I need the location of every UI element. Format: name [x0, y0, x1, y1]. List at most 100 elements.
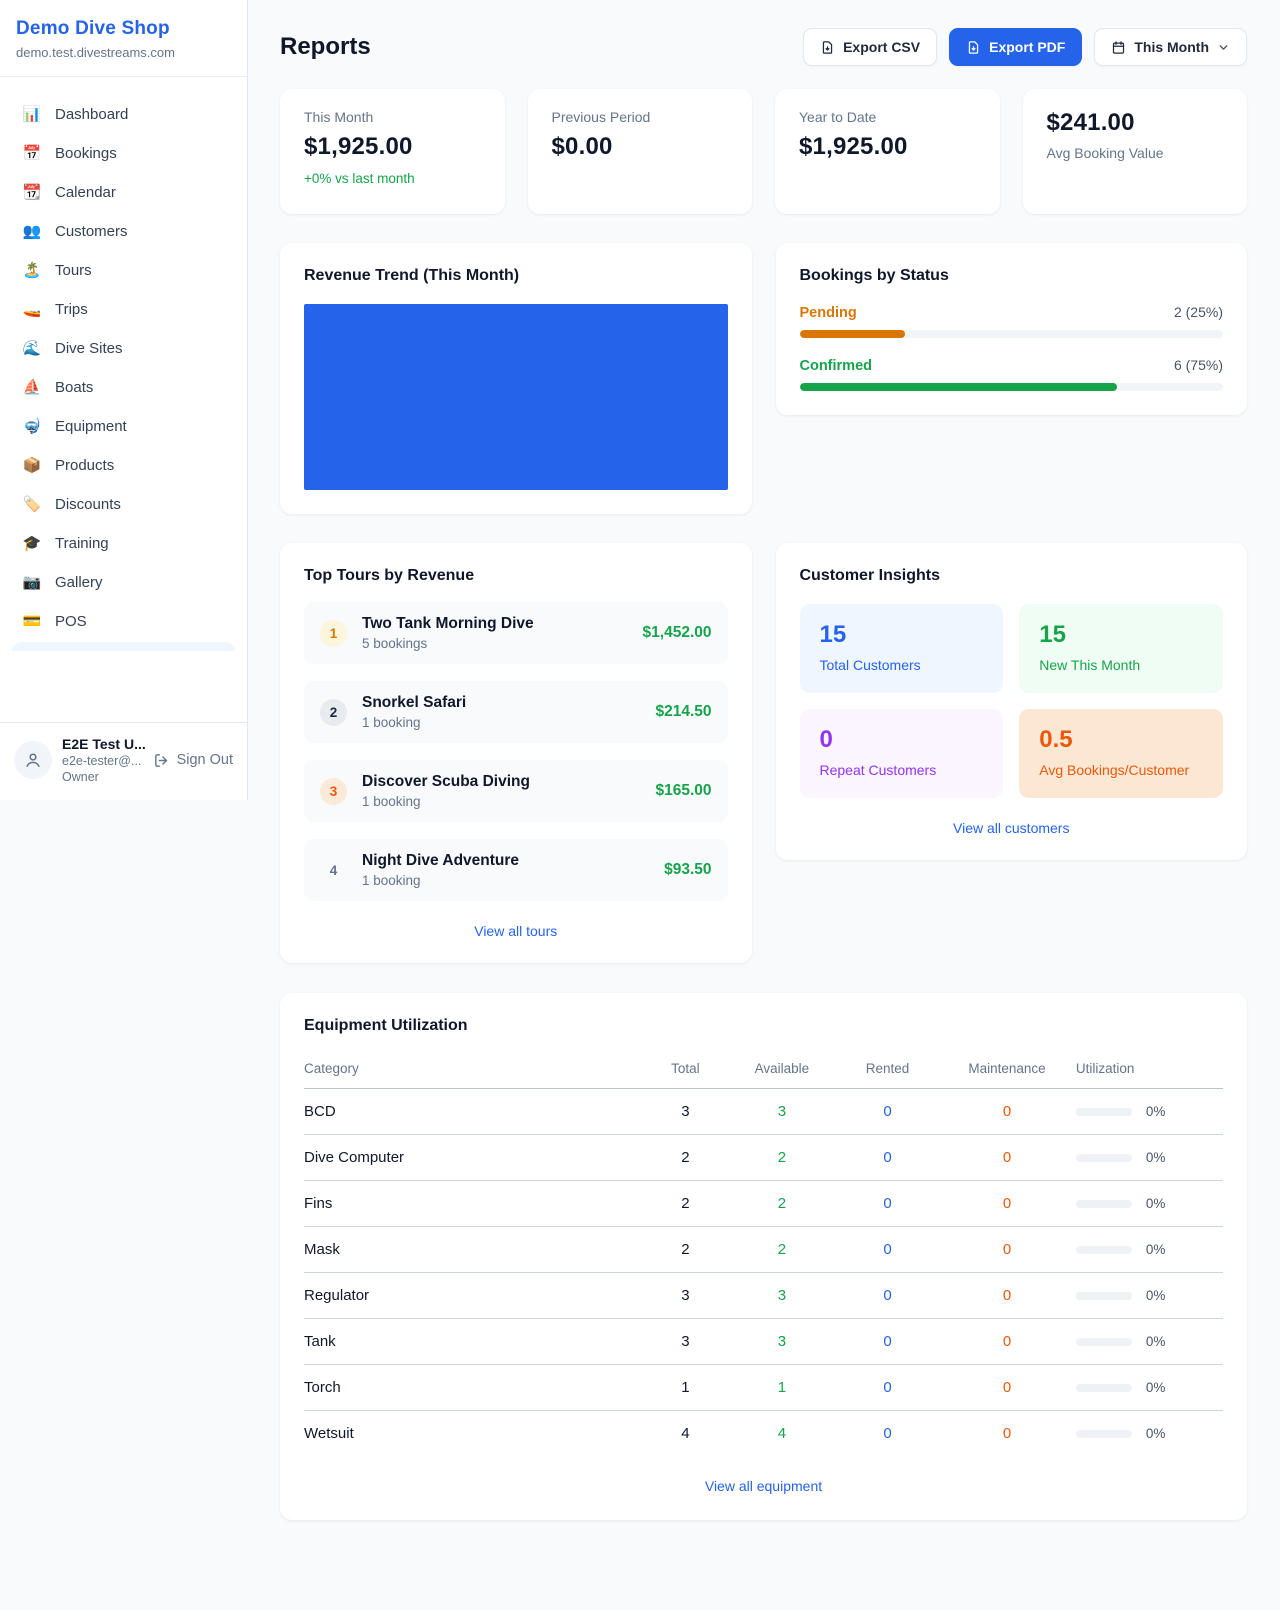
stat-card-avg-booking-value: $241.00 Avg Booking Value [1023, 89, 1248, 214]
sidebar-item-customers[interactable]: 👥Customers [12, 212, 235, 250]
cell-total: 3 [644, 1273, 727, 1319]
tile-label: Repeat Customers [820, 762, 984, 778]
utilization-percent: 0% [1146, 1380, 1166, 1395]
sidebar-item-label: Tours [55, 262, 92, 279]
insight-tiles: 15 Total Customers 15 New This Month 0 R… [800, 604, 1224, 798]
cell-category: Mask [304, 1227, 644, 1273]
cell-total: 1 [644, 1365, 727, 1411]
sidebar-item-dashboard[interactable]: 📊 Dashboard [12, 95, 235, 133]
column-header: Total [644, 1051, 727, 1089]
utilization-bar [1076, 1430, 1132, 1438]
cell-rented: 0 [837, 1089, 938, 1135]
sidebar-item-equipment[interactable]: 🤿Equipment [12, 407, 235, 445]
wave-icon: 🌊 [22, 339, 42, 357]
cell-category: BCD [304, 1089, 644, 1135]
sidebar-item-label: Calendar [55, 184, 116, 201]
utilization-bar [1076, 1108, 1132, 1116]
tour-bookings: 1 booking [362, 715, 640, 730]
table-row: Mask22000% [304, 1227, 1223, 1273]
sidebar-item-label: Bookings [55, 145, 117, 162]
stat-label: Previous Period [552, 109, 729, 125]
table-row: Wetsuit44000% [304, 1411, 1223, 1457]
progress-track [800, 383, 1224, 391]
cell-rented: 0 [837, 1411, 938, 1457]
sidebar-item-reports-partial[interactable] [12, 642, 235, 651]
stat-label: This Month [304, 109, 481, 125]
equipment-table: Category Total Available Rented Maintena… [304, 1051, 1223, 1456]
view-all-tours-link[interactable]: View all tours [304, 923, 728, 939]
cell-maintenance: 0 [938, 1273, 1076, 1319]
export-csv-label: Export CSV [843, 39, 920, 55]
progress-fill [800, 330, 906, 338]
tour-bookings: 5 bookings [362, 636, 628, 651]
sidebar-item-dive-sites[interactable]: 🌊Dive Sites [12, 329, 235, 367]
shop-name: Demo Dive Shop [16, 18, 231, 40]
utilization-percent: 0% [1146, 1150, 1166, 1165]
sidebar-item-gallery[interactable]: 📷Gallery [12, 563, 235, 601]
tile-value: 15 [820, 621, 984, 649]
tile-new-this-month: 15 New This Month [1019, 604, 1223, 693]
sidebar-item-bookings[interactable]: 📅Bookings [12, 134, 235, 172]
sidebar-item-discounts[interactable]: 🏷️Discounts [12, 485, 235, 523]
equipment-table-body: BCD33000%Dive Computer22000%Fins22000%Ma… [304, 1089, 1223, 1457]
cell-total: 2 [644, 1135, 727, 1181]
calendar-pad-icon: 📆 [22, 183, 42, 201]
person-icon [23, 750, 43, 770]
sidebar-item-label: Dashboard [55, 106, 128, 123]
sidebar-item-tours[interactable]: 🏝️Tours [12, 251, 235, 289]
cell-available: 2 [727, 1181, 837, 1227]
sidebar-item-trips[interactable]: 🚤Trips [12, 290, 235, 328]
cell-utilization: 0% [1076, 1135, 1223, 1181]
stat-value: $241.00 [1047, 109, 1224, 137]
top-tours-card: Top Tours by Revenue 1 Two Tank Morning … [280, 543, 752, 963]
cell-category: Fins [304, 1181, 644, 1227]
user-email: e2e-tester@... [62, 754, 143, 768]
cell-rented: 0 [837, 1181, 938, 1227]
sidebar-item-label: Training [55, 535, 109, 552]
sidebar-item-calendar[interactable]: 📆 Calendar [12, 173, 235, 211]
tile-label: Total Customers [820, 657, 984, 673]
status-count: 6 (75%) [1174, 357, 1223, 373]
tile-avg-bookings: 0.5 Avg Bookings/Customer [1019, 709, 1223, 798]
status-label: Pending [800, 305, 857, 321]
brand-block: Demo Dive Shop demo.test.divestreams.com [0, 0, 247, 77]
sign-out-button[interactable]: Sign Out [153, 752, 233, 769]
bar-chart-icon: 📊 [22, 105, 42, 123]
camera-icon: 📷 [22, 573, 42, 591]
utilization-percent: 0% [1146, 1426, 1166, 1441]
customer-insights-card: Customer Insights 15 Total Customers 15 … [776, 543, 1248, 860]
cell-available: 1 [727, 1365, 837, 1411]
cell-total: 2 [644, 1181, 727, 1227]
utilization-bar [1076, 1154, 1132, 1162]
cell-utilization: 0% [1076, 1319, 1223, 1365]
progress-fill [800, 383, 1118, 391]
charts-row: Revenue Trend (This Month) Bookings by S… [280, 243, 1247, 514]
card-title: Bookings by Status [800, 267, 1224, 285]
sidebar-item-pos[interactable]: 💳POS [12, 602, 235, 640]
sidebar-item-training[interactable]: 🎓Training [12, 524, 235, 562]
period-selector[interactable]: This Month [1094, 28, 1247, 66]
progress-track [800, 330, 1224, 338]
revenue-trend-chart [304, 304, 728, 490]
sidebar-nav: 📊 Dashboard 📅Bookings 📆 Calendar 👥Customer… [0, 77, 247, 722]
package-icon: 📦 [22, 456, 42, 474]
stat-card-year-to-date: Year to Date $1,925.00 [775, 89, 1000, 214]
cell-rented: 0 [837, 1227, 938, 1273]
cell-available: 2 [727, 1227, 837, 1273]
file-download-icon [966, 40, 981, 55]
export-csv-button[interactable]: Export CSV [803, 28, 937, 66]
utilization-bar [1076, 1200, 1132, 1208]
sidebar-item-products[interactable]: 📦 Products [12, 446, 235, 484]
sidebar-item-label: Products [55, 457, 114, 474]
view-all-equipment-link[interactable]: View all equipment [304, 1478, 1223, 1494]
bookings-by-status-card: Bookings by Status Pending 2 (25%) Confi… [776, 243, 1248, 415]
column-header: Rented [837, 1051, 938, 1089]
sidebar-item-boats[interactable]: ⛵Boats [12, 368, 235, 406]
view-all-customers-link[interactable]: View all customers [800, 820, 1224, 836]
export-pdf-button[interactable]: Export PDF [949, 28, 1082, 66]
tour-revenue: $165.00 [655, 782, 711, 800]
equipment-utilization-card: Equipment Utilization Category Total Ava… [280, 993, 1247, 1520]
tour-list-item: 3 Discover Scuba Diving 1 booking $165.0… [304, 760, 728, 822]
stat-value: $1,925.00 [799, 133, 976, 161]
cell-available: 2 [727, 1135, 837, 1181]
